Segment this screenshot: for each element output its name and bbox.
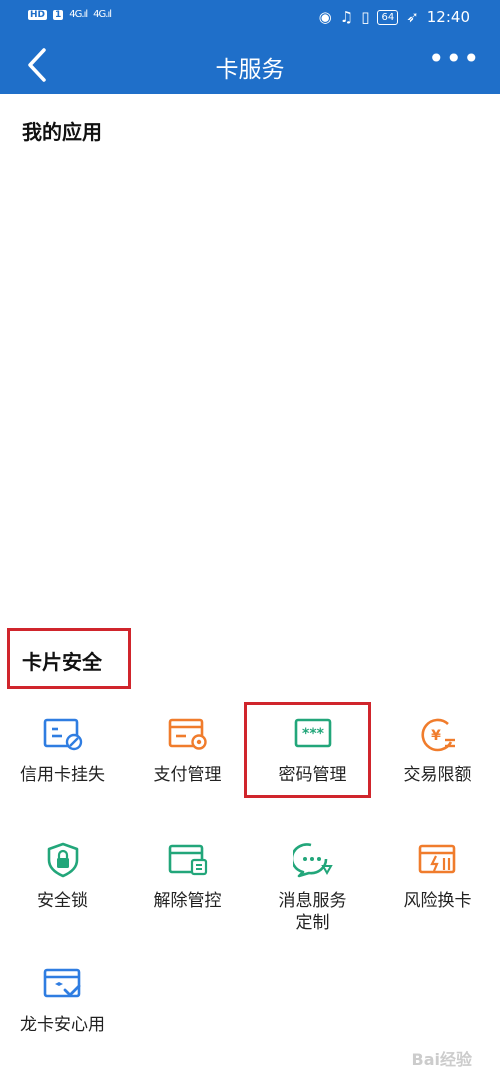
- grid-item-label: 解除管控: [153, 891, 222, 911]
- nav-bar: 卡服务 •••: [0, 36, 500, 94]
- grid-item-label: 龙卡安心用: [20, 1015, 105, 1035]
- card-swap-icon: [418, 844, 455, 874]
- more-button[interactable]: •••: [428, 45, 480, 82]
- card-gear-icon: [168, 718, 207, 750]
- card-block-icon: [43, 718, 82, 751]
- status-right-group: ◉ ♫ ▯ 64 ➶ 12:40: [319, 8, 470, 26]
- grid-item-label: 信用卡挂失: [20, 765, 105, 785]
- grid-item-message-service[interactable]: 消息服务 定制: [250, 842, 375, 934]
- password-highlight-box: [244, 702, 371, 798]
- card-release-icon: [168, 844, 207, 876]
- shield-lock-icon: [47, 842, 78, 878]
- grid-item-label: 支付管理: [153, 765, 222, 785]
- vibrate-icon: ▯: [361, 8, 370, 26]
- grid-item-payment[interactable]: 支付管理: [125, 716, 250, 786]
- grid-item-security-lock[interactable]: 安全锁: [0, 842, 125, 912]
- signal-4g-2: 4G.ıl: [93, 9, 112, 20]
- grid-item-dragon-card-secure[interactable]: 龙卡安心用: [0, 966, 125, 1036]
- grid-item-label: 消息服务 定制: [278, 891, 347, 933]
- svg-text:¥: ¥: [431, 728, 441, 744]
- watermark: Bai经验: [411, 1050, 472, 1069]
- grid-item-label: 交易限额: [403, 765, 472, 785]
- message-icon: [292, 843, 333, 878]
- yen-limit-icon: ¥: [420, 718, 455, 752]
- battery-icon: 64: [377, 9, 399, 25]
- status-bar: HD 1 4G.ıl 4G.ıl ◉ ♫ ▯ 64 ➶ 12:40: [0, 0, 500, 36]
- leaf-icon: ➶: [406, 8, 419, 26]
- clock-time: 12:40: [426, 8, 470, 26]
- sim-badge: 1: [53, 9, 64, 20]
- grid-item-release-control[interactable]: 解除管控: [125, 842, 250, 912]
- heading-highlight-box: [7, 628, 131, 689]
- hd-badge: HD: [28, 9, 48, 20]
- eye-icon: ◉: [318, 8, 332, 26]
- grid-item-transaction-limit[interactable]: ¥ 交易限额: [375, 716, 500, 786]
- grid-item-label: 安全锁: [37, 891, 88, 911]
- my-apps-area: [0, 150, 500, 620]
- signal-4g-1: 4G.ıl: [69, 9, 88, 20]
- status-signal-group: HD 1 4G.ıl 4G.ıl: [28, 9, 112, 20]
- page-title: 卡服务: [215, 57, 285, 83]
- grid-item-card-loss[interactable]: 信用卡挂失: [0, 716, 125, 786]
- headphones-icon: ♫: [339, 8, 354, 26]
- my-apps-heading: 我的应用: [22, 120, 102, 144]
- grid-item-label: 风险换卡: [403, 891, 472, 911]
- grid-item-risk-card-swap[interactable]: 风险换卡: [375, 842, 500, 912]
- card-check-icon: [43, 968, 80, 998]
